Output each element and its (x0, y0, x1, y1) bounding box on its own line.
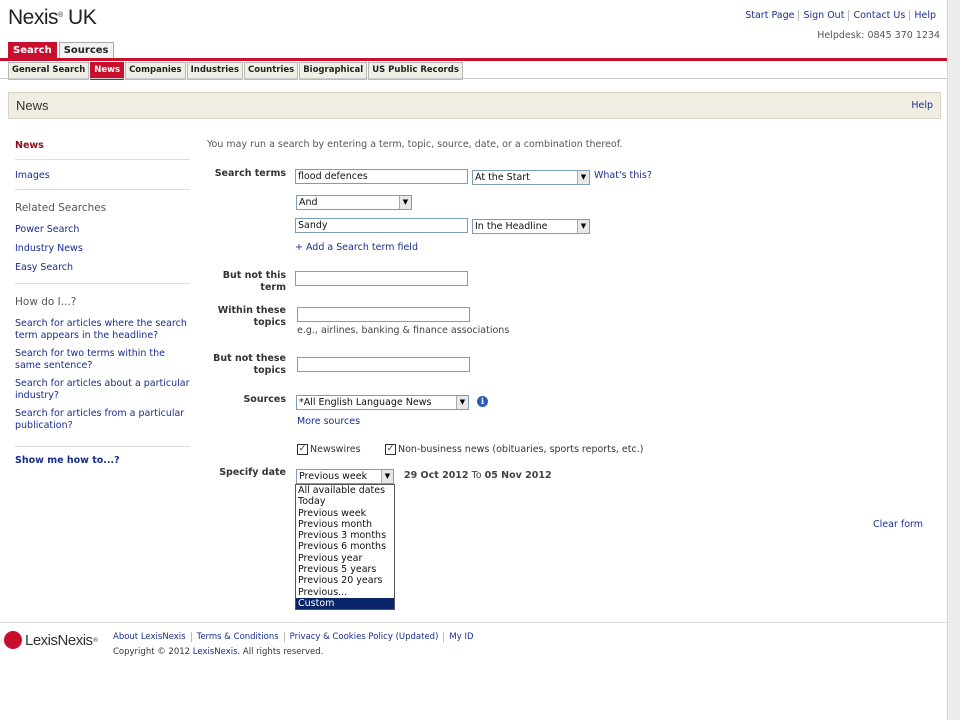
tab-divider (0, 58, 948, 61)
clear-form-link[interactable]: Clear form (873, 519, 923, 530)
date-select[interactable]: Previous week ▼ (296, 469, 394, 484)
copyright: Copyright © 2012 LexisNexis. All rights … (113, 647, 324, 657)
page-title-bar: News Help (8, 92, 941, 119)
contact-us-link[interactable]: Contact Us (848, 10, 909, 21)
date-options-dropdown: All available dates Today Previous week … (295, 484, 395, 611)
sources-label: Sources (243, 394, 286, 405)
related-searches-heading: Related Searches (15, 202, 107, 214)
lexisnexis-logo-icon (4, 631, 22, 649)
sign-out-link[interactable]: Sign Out (798, 10, 848, 21)
sidebar-item-industry-news[interactable]: Industry News (15, 243, 190, 254)
date-option[interactable]: Previous 3 months (296, 530, 394, 541)
search-intro-text: You may run a search by entering a term,… (207, 139, 623, 150)
add-search-term-link[interactable]: + Add a Search term field (295, 242, 418, 253)
term-2-position-select[interactable]: In the Headline ▼ (472, 219, 590, 234)
search-term-2-input[interactable]: Sandy (295, 218, 468, 233)
help-link[interactable]: Help (909, 10, 940, 21)
sidebar-item-news[interactable]: News (15, 140, 44, 151)
nonbusiness-label: Non-business news (obituaries, sports re… (398, 444, 644, 455)
connector-select[interactable]: And ▼ (296, 195, 412, 210)
date-option[interactable]: Today (296, 496, 394, 507)
terms-link[interactable]: Terms & Conditions (190, 632, 284, 642)
sources-select[interactable]: *All English Language News ▼ (296, 395, 469, 410)
sidebar-section-howto: How do I...? Search for articles where t… (15, 292, 190, 447)
sidebar-section-news: News (15, 138, 190, 160)
topics-hint: e.g., airlines, banking & finance associ… (297, 325, 510, 336)
chevron-down-icon: ▼ (577, 220, 589, 233)
date-from: 29 Oct 2012 (404, 470, 469, 481)
date-range: 29 Oct 2012 To 05 Nov 2012 (404, 470, 552, 481)
page: Nexis® UK Start Page Sign Out Contact Us… (0, 0, 948, 720)
vertical-scrollbar[interactable] (947, 0, 960, 720)
exclude-term-input[interactable] (295, 271, 468, 286)
exclude-topics-input[interactable] (297, 357, 470, 372)
date-option[interactable]: Previous 5 years (296, 564, 394, 575)
sidebar-section-related: Related Searches Power Search Industry N… (15, 198, 190, 284)
date-to-word: To (471, 470, 482, 481)
within-topics-label: Within these topics (217, 305, 286, 328)
date-to: 05 Nov 2012 (484, 470, 552, 481)
date-option[interactable]: Previous 6 months (296, 541, 394, 552)
howto-industry-link[interactable]: Search for articles about a particular i… (15, 378, 190, 402)
more-sources-link[interactable]: More sources (297, 416, 360, 427)
sidebar: News Images Related Searches Power Searc… (15, 138, 190, 466)
show-me-how-link[interactable]: Show me how to...? (15, 455, 190, 466)
whats-this-link[interactable]: What's this? (594, 170, 652, 181)
footer-divider (0, 622, 948, 623)
specify-date-label: Specify date (219, 467, 286, 478)
date-option[interactable]: All available dates (296, 485, 394, 496)
footer-links: About LexisNexis Terms & Conditions Priv… (113, 632, 479, 642)
page-title: News (16, 98, 49, 113)
term-1-position-select[interactable]: At the Start ▼ (472, 170, 590, 185)
date-option[interactable]: Previous... (296, 587, 394, 598)
search-terms-label: Search terms (214, 168, 286, 179)
page-help-link[interactable]: Help (911, 100, 933, 111)
sidebar-section-images: Images (15, 168, 190, 190)
sidebar-item-power-search[interactable]: Power Search (15, 224, 190, 235)
within-topics-input[interactable] (297, 307, 470, 322)
date-option-highlighted[interactable]: Custom (296, 597, 394, 610)
howto-headline-link[interactable]: Search for articles where the search ter… (15, 318, 190, 342)
top-links: Start Page Sign Out Contact Us Help (741, 10, 940, 21)
nexis-uk-logo[interactable]: Nexis® UK (8, 6, 97, 30)
how-do-i-heading: How do I...? (15, 296, 77, 308)
chevron-down-icon: ▼ (381, 470, 393, 483)
but-not-topics-label: But not these topics (213, 353, 286, 376)
sidebar-item-easy-search[interactable]: Easy Search (15, 262, 190, 273)
helpdesk-number: Helpdesk: 0845 370 1234 (817, 30, 940, 41)
date-option[interactable]: Previous 20 years (296, 575, 394, 586)
info-icon[interactable]: i (477, 396, 488, 407)
howto-same-sentence-link[interactable]: Search for two terms within the same sen… (15, 348, 190, 372)
date-option[interactable]: Previous year (296, 553, 394, 564)
start-page-link[interactable]: Start Page (741, 10, 798, 21)
chevron-down-icon: ▼ (577, 171, 589, 184)
sidebar-item-images[interactable]: Images (15, 170, 50, 181)
newswires-label: Newswires (310, 444, 361, 455)
header-divider (0, 78, 948, 79)
search-term-1-input[interactable]: flood defences (295, 169, 468, 184)
lexisnexis-logo: LexisNexis ® (4, 631, 99, 649)
copyright-link[interactable]: LexisNexis (193, 647, 238, 657)
but-not-term-label: But not this term (222, 270, 286, 293)
chevron-down-icon: ▼ (399, 196, 411, 209)
date-option[interactable]: Previous month (296, 519, 394, 530)
privacy-link[interactable]: Privacy & Cookies Policy (Updated) (283, 632, 444, 642)
nonbusiness-checkbox[interactable]: ✓ (385, 444, 396, 455)
newswires-checkbox[interactable]: ✓ (297, 444, 308, 455)
date-option[interactable]: Previous week (296, 508, 394, 519)
about-link[interactable]: About LexisNexis (113, 632, 191, 642)
my-id-link[interactable]: My ID (443, 632, 478, 642)
howto-publication-link[interactable]: Search for articles from a particular pu… (15, 408, 190, 432)
chevron-down-icon: ▼ (456, 396, 468, 409)
